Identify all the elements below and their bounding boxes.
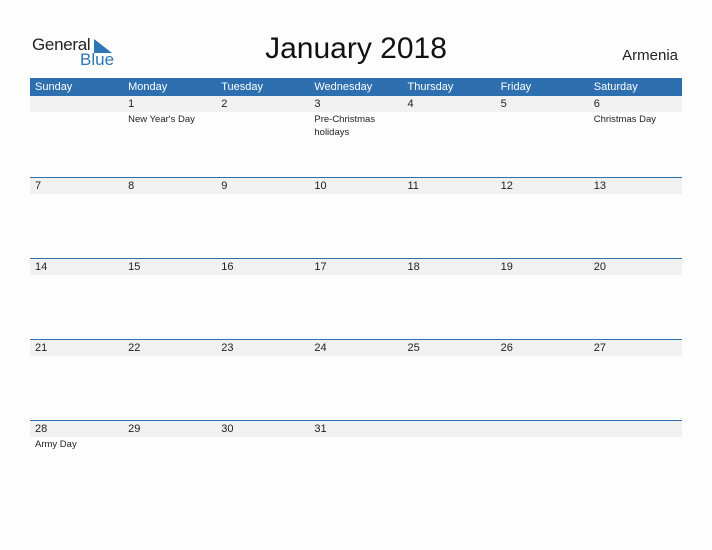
day-number: 11: [407, 180, 419, 192]
day-number: 6: [593, 98, 600, 110]
day-number: 7: [35, 180, 42, 192]
day-number: 30: [221, 423, 234, 435]
events-row: [30, 356, 682, 357]
day-number: 10: [314, 180, 327, 192]
holiday-label: [216, 356, 309, 357]
date-strip: 1 2 3 4 5 6: [30, 96, 682, 112]
day-number: 9: [221, 180, 228, 192]
weekday-monday: Monday: [128, 81, 168, 93]
date-strip: 14 15 16 17 18 19 20: [30, 259, 682, 275]
day-number: 20: [593, 261, 606, 273]
events-row: [30, 275, 682, 276]
week-row: 7 8 9 10 11 12 13: [30, 177, 682, 258]
date-strip: 28 29 30 31: [30, 421, 682, 437]
calendar-title: January 2018: [265, 32, 447, 65]
holiday-label: [589, 275, 682, 276]
events-row: Army Day: [30, 437, 682, 451]
weeks-container: 1 2 3 4 5 6 New Year's Day Pre-Christmas holida…: [30, 96, 682, 501]
holiday-label: [309, 356, 402, 357]
day-number: 28: [35, 423, 48, 435]
day-number: 12: [500, 180, 513, 192]
country-label: Armenia: [622, 47, 678, 64]
holiday-label: [403, 437, 496, 451]
day-number: [589, 421, 682, 437]
holiday-label: [216, 112, 309, 139]
weekday-header: Sunday Monday Tuesday Wednesday Thursday…: [30, 78, 682, 96]
events-row: [30, 194, 682, 195]
day-number: 14: [35, 261, 48, 273]
day-number: 27: [593, 342, 606, 354]
day-number: 13: [593, 180, 606, 192]
day-number: 22: [128, 342, 141, 354]
calendar-grid: Sunday Monday Tuesday Wednesday Thursday…: [30, 78, 682, 501]
day-number: 4: [407, 98, 414, 110]
holiday-label: [403, 112, 496, 139]
holiday-label: [216, 437, 309, 451]
day-number: 29: [128, 423, 141, 435]
holiday-label: [496, 112, 589, 139]
holiday-label: Army Day: [35, 439, 77, 450]
weekday-wednesday: Wednesday: [314, 81, 373, 93]
holiday-label: [403, 194, 496, 195]
holiday-label: [309, 275, 402, 276]
day-number: [30, 96, 123, 112]
holiday-label: [123, 356, 216, 357]
date-strip: 7 8 9 10 11 12 13: [30, 178, 682, 194]
holiday-label: [30, 275, 123, 276]
day-number: 15: [128, 261, 141, 273]
weekday-tuesday: Tuesday: [221, 81, 264, 93]
day-number: 5: [500, 98, 507, 110]
weekday-friday: Friday: [500, 81, 532, 93]
holiday-label: [496, 356, 589, 357]
day-number: 1: [128, 98, 135, 110]
date-strip: 21 22 23 24 25 26 27: [30, 340, 682, 356]
day-number: [496, 421, 589, 437]
day-number: 21: [35, 342, 48, 354]
holiday-label: [30, 194, 123, 195]
holiday-label: [403, 356, 496, 357]
day-number: 23: [221, 342, 234, 354]
day-number: 2: [221, 98, 228, 110]
holiday-label: [589, 194, 682, 195]
holiday-label: Pre-Christmas holidays: [314, 114, 376, 138]
holiday-label: [123, 194, 216, 195]
holiday-label: [309, 437, 402, 451]
holiday-label: [30, 356, 123, 357]
day-number: 25: [407, 342, 420, 354]
holiday-label: [589, 356, 682, 357]
events-row: New Year's Day Pre-Christmas holidays Chri…: [30, 112, 682, 139]
weekday-saturday: Saturday: [593, 81, 638, 93]
day-number: 16: [221, 261, 234, 273]
day-number: 19: [500, 261, 513, 273]
holiday-label: [123, 275, 216, 276]
holiday-label: [216, 194, 309, 195]
day-number: 24: [314, 342, 327, 354]
week-row: 21 22 23 24 25 26 27: [30, 339, 682, 420]
holiday-label: New Year's Day: [128, 114, 195, 125]
holiday-label: [123, 437, 216, 451]
holiday-label: [30, 112, 123, 139]
day-number: 8: [128, 180, 135, 192]
holiday-label: Christmas Day: [593, 114, 657, 125]
holiday-label: [403, 275, 496, 276]
week-row: 14 15 16 17 18 19 20: [30, 258, 682, 339]
holiday-label: [496, 275, 589, 276]
day-number: 31: [314, 423, 327, 435]
day-number: 17: [314, 261, 327, 273]
weekday-thursday: Thursday: [407, 81, 454, 93]
day-number: 3: [314, 98, 321, 110]
day-number: 26: [500, 342, 513, 354]
week-row: 1 2 3 4 5 6 New Year's Day Pre-Christmas holida…: [30, 96, 682, 177]
holiday-label: [496, 194, 589, 195]
weekday-sunday: Sunday: [35, 81, 73, 93]
day-number: 18: [407, 261, 420, 273]
holiday-label: [589, 437, 682, 451]
holiday-label: [309, 194, 402, 195]
holiday-label: [216, 275, 309, 276]
day-number: [403, 421, 496, 437]
holiday-label: [496, 437, 589, 451]
week-row: 28 29 30 31 Army Day: [30, 420, 682, 501]
